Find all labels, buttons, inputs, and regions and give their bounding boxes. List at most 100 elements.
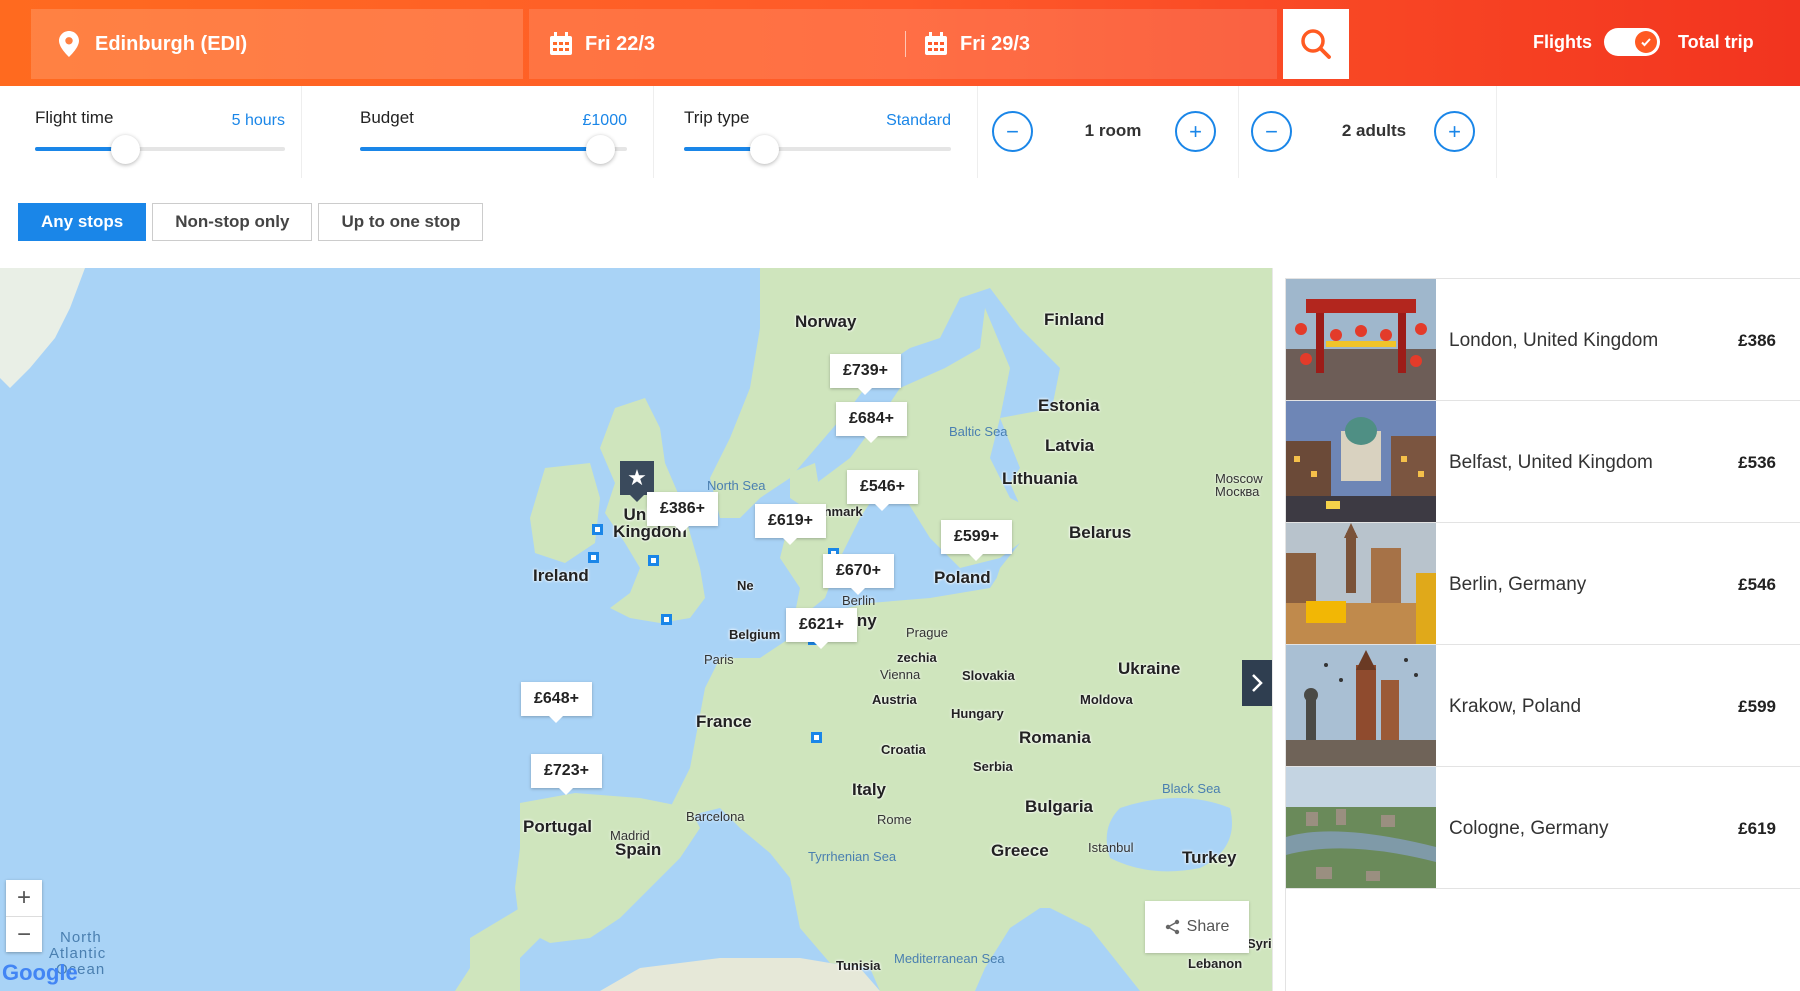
origin-field[interactable]: Edinburgh (EDI) [31,9,523,79]
date-range-field[interactable]: Fri 22/3 Fri 29/3 [529,9,1277,79]
filter-bar: Flight time 5 hours Budget £1000 Trip ty… [0,86,1800,181]
country-label-latvia: Latvia [1045,436,1095,455]
map-pin[interactable] [811,732,822,743]
trip-type-slider-handle[interactable] [750,135,780,164]
result-thumbnail [1286,401,1436,527]
search-header: Edinburgh (EDI) Fri 22/3 Fri 29/3 Flight… [0,0,1800,86]
map-next-button[interactable] [1242,660,1272,706]
result-destination: London, United Kingdom [1449,330,1659,351]
flights-total-toggle[interactable] [1604,28,1660,56]
trip-type-value: Standard [886,112,951,129]
adults-stepper: − 2 adults + [1239,86,1497,178]
sea-label-atlantic-1: North [60,929,102,946]
country-label-netherlands-partial: Ne [737,578,754,593]
budget-slider-handle[interactable] [586,135,616,164]
result-destination: Belfast, United Kingdom [1449,452,1653,473]
result-card[interactable]: Berlin, Germany £546 [1285,522,1800,650]
country-label-serbia: Serbia [973,759,1013,774]
country-label-norway: Norway [795,312,857,331]
price-tag[interactable]: £684+ [836,402,907,443]
map-pin[interactable] [592,524,603,535]
budget-filter: Budget £1000 [360,86,654,178]
result-card[interactable]: Cologne, Germany £619 [1285,766,1800,894]
country-label-france: France [696,712,752,731]
city-label-paris: Paris [704,652,734,667]
map-pin[interactable] [648,555,659,566]
price-tag[interactable]: £670+ [823,554,894,595]
map-land [0,268,1272,991]
country-label-ireland: Ireland [533,566,589,585]
adults-value: 2 adults [1341,121,1407,140]
price-tag[interactable]: £599+ [941,520,1012,561]
result-card[interactable]: Belfast, United Kingdom £536 [1285,400,1800,528]
check-icon [1635,31,1657,53]
depart-date-value: Fri 22/3 [585,32,656,55]
flight-time-track[interactable] [35,147,285,151]
country-label-italy: Italy [852,780,887,799]
country-label-slovakia: Slovakia [962,668,1015,683]
adults-increase-button[interactable]: + [1434,111,1475,152]
stops-option-one-stop[interactable]: Up to one stop [318,203,484,241]
flight-time-slider-handle[interactable] [111,135,140,164]
price-tag[interactable]: £648+ [521,682,592,723]
city-label-vienna: Vienna [880,667,921,682]
google-logo: Google [2,960,78,985]
country-label-estonia: Estonia [1038,396,1100,415]
price-tag[interactable]: £546+ [847,470,918,511]
budget-fill [360,147,601,151]
return-date[interactable]: Fri 29/3 [924,9,1030,79]
flight-time-filter: Flight time 5 hours [35,86,302,178]
origin-star-icon[interactable]: ★ [620,461,654,502]
city-label-moscow-ru: Москва [1215,484,1260,499]
stops-option-any[interactable]: Any stops [18,203,147,241]
rooms-decrease-button[interactable]: − [992,111,1033,152]
country-label-romania: Romania [1019,728,1091,747]
city-label-prague: Prague [906,625,948,640]
share-icon [1165,919,1179,935]
rooms-increase-button[interactable]: + [1175,111,1216,152]
adults-decrease-button[interactable]: − [1251,111,1292,152]
country-label-croatia: Croatia [881,742,926,757]
chevron-right-icon [1252,674,1263,692]
results-list: London, United Kingdom £386 Belfast, Uni… [1272,268,1800,991]
country-label-hungary: Hungary [951,706,1004,721]
result-card[interactable]: London, United Kingdom £386 [1285,278,1800,406]
zoom-in-button[interactable]: + [6,880,42,916]
result-price: £536 [1738,453,1776,472]
map-pin[interactable] [661,614,672,625]
trip-type-label: Trip type [684,108,750,127]
country-label-finland: Finland [1044,310,1105,329]
price-tag[interactable]: £621+ [786,608,857,649]
city-label-berlin: Berlin [842,593,876,608]
budget-value: £1000 [582,112,628,129]
flight-time-label: Flight time [35,108,114,127]
country-label-tunisia: Tunisia [836,958,881,973]
result-card[interactable]: Krakow, Poland £599 [1285,644,1800,772]
zoom-control: + − [6,880,42,952]
depart-date[interactable]: Fri 22/3 [549,9,655,79]
map-pin[interactable] [588,552,599,563]
result-thumbnail [1286,523,1436,649]
city-label-rome: Rome [877,812,912,827]
country-label-lithuania: Lithuania [1002,469,1078,488]
price-tag[interactable]: £386+ [647,492,718,533]
map-view[interactable]: Norway Finland Estonia Latvia Lithuania … [0,268,1272,991]
origin-value: Edinburgh (EDI) [95,32,248,55]
location-pin-icon [59,31,79,57]
stops-option-non-stop[interactable]: Non-stop only [152,203,313,241]
country-label-bulgaria: Bulgaria [1025,797,1094,816]
sea-label-baltic: Baltic Sea [949,424,1008,439]
result-card-partial[interactable] [1285,888,1800,991]
country-label-spain: Spain [615,840,662,859]
city-label-madrid: Madrid [610,828,650,843]
price-tag[interactable]: £739+ [830,354,901,395]
search-button[interactable] [1283,9,1349,79]
trip-type-track[interactable] [684,147,951,151]
price-tag[interactable]: £723+ [531,754,602,795]
country-label-lebanon: Lebanon [1188,956,1243,971]
country-label-poland: Poland [934,568,991,587]
share-button[interactable]: Share [1145,901,1249,953]
price-tag[interactable]: £619+ [755,504,826,545]
city-label-barcelona: Barcelona [686,809,745,824]
zoom-out-button[interactable]: − [6,916,42,952]
